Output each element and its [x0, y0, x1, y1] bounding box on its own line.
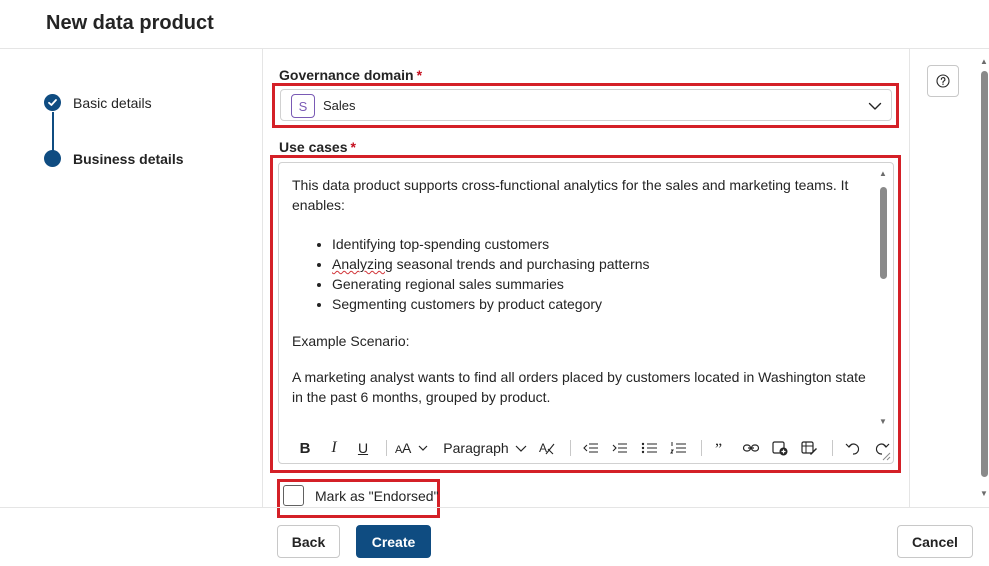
dialog-header: New data product — [0, 0, 989, 49]
scenario-paragraph: A marketing analyst wants to find all or… — [292, 369, 866, 405]
svg-text:A: A — [539, 441, 547, 455]
step-label: Basic details — [73, 94, 152, 111]
selected-domain-value: Sales — [323, 98, 356, 113]
italic-button[interactable]: I — [321, 436, 347, 460]
clear-format-button[interactable]: A — [534, 436, 560, 460]
clear-format-icon: A — [539, 441, 555, 455]
link-button[interactable] — [738, 436, 764, 460]
outdent-button[interactable] — [578, 436, 604, 460]
governance-domain-label: Governance domain * — [279, 67, 423, 83]
dialog-footer: Back Create Cancel — [0, 507, 989, 566]
spelling-flag[interactable]: Analyzing — [332, 256, 393, 272]
step-connector — [52, 112, 54, 152]
scrollbar-thumb[interactable] — [880, 187, 887, 279]
list-item: Generating regional sales summaries — [332, 274, 866, 294]
svg-text:A: A — [402, 440, 412, 456]
use-cases-label: Use cases * — [279, 139, 356, 155]
resize-handle-icon[interactable] — [882, 452, 891, 461]
quote-button[interactable]: ” — [709, 436, 735, 460]
use-case-list: Identifying top-spending customers Analy… — [332, 234, 866, 314]
bulleted-list-button[interactable] — [636, 436, 662, 460]
outdent-icon — [583, 443, 598, 453]
create-button[interactable]: Create — [356, 525, 431, 558]
toolbar-divider — [386, 440, 387, 456]
insert-image-button[interactable] — [767, 436, 793, 460]
numbered-list-button[interactable] — [665, 436, 691, 460]
bold-button[interactable]: B — [292, 436, 318, 460]
scrollbar-thumb[interactable] — [981, 71, 988, 477]
page-title: New data product — [46, 12, 214, 34]
toolbar-divider — [570, 440, 571, 456]
intro-paragraph: This data product supports cross-functio… — [292, 177, 849, 213]
paragraph-style-label: Paragraph — [443, 440, 509, 456]
svg-text:”: ” — [715, 441, 722, 457]
numbered-list-icon — [670, 442, 686, 454]
required-marker: * — [416, 67, 423, 83]
cancel-button[interactable]: Cancel — [897, 525, 973, 558]
font-size-button[interactable]: AA — [394, 436, 432, 460]
help-panel: ▲ ▼ — [909, 49, 989, 507]
back-button[interactable]: Back — [277, 525, 340, 558]
step-business-details[interactable]: Business details — [44, 150, 184, 167]
underline-button[interactable]: U — [350, 436, 376, 460]
font-size-icon: AA — [395, 440, 428, 456]
scenario-heading: Example Scenario: — [292, 333, 410, 349]
endorse-checkbox[interactable] — [283, 485, 304, 506]
scroll-down-icon[interactable]: ▼ — [980, 489, 988, 498]
quote-icon: ” — [715, 441, 722, 457]
question-icon — [936, 74, 950, 88]
link-icon — [742, 444, 760, 452]
endorse-checkbox-row[interactable]: Mark as "Endorsed" — [283, 485, 439, 506]
toolbar-divider — [832, 440, 833, 456]
current-step-dot — [44, 150, 61, 167]
paragraph-style-dropdown[interactable]: Paragraph — [441, 436, 531, 460]
editor-content[interactable]: This data product supports cross-functio… — [292, 175, 866, 407]
editor-toolbar: B I U AA Paragraph A ” — [292, 436, 898, 460]
undo-icon — [845, 443, 860, 455]
list-item: Segmenting customers by product category — [332, 294, 866, 314]
editor-scrollbar[interactable]: ▲ ▼ — [877, 169, 889, 427]
wizard-stepper: Basic details Business details — [0, 49, 263, 507]
chevron-down-icon — [515, 445, 527, 452]
endorse-label: Mark as "Endorsed" — [315, 487, 439, 504]
scroll-up-icon[interactable]: ▲ — [879, 169, 887, 178]
bulleted-list-icon — [641, 442, 657, 454]
use-cases-editor[interactable]: This data product supports cross-functio… — [278, 162, 894, 464]
scroll-up-icon[interactable]: ▲ — [980, 57, 988, 66]
scroll-down-icon[interactable]: ▼ — [879, 417, 887, 426]
checkmark-icon — [44, 94, 61, 111]
toolbar-divider — [701, 440, 702, 456]
domain-chip: S — [291, 94, 315, 118]
image-add-icon — [772, 441, 788, 456]
indent-button[interactable] — [607, 436, 633, 460]
undo-button[interactable] — [840, 436, 866, 460]
help-button[interactable] — [927, 65, 959, 97]
step-basic-details[interactable]: Basic details — [44, 94, 152, 111]
chevron-down-icon — [868, 102, 882, 110]
required-marker: * — [350, 139, 356, 155]
page-scrollbar[interactable]: ▲ ▼ — [978, 57, 989, 499]
insert-table-button[interactable] — [796, 436, 822, 460]
governance-domain-select[interactable]: S Sales — [280, 89, 892, 121]
list-item: Analyzing seasonal trends and purchasing… — [332, 254, 866, 274]
list-item: Identifying top-spending customers — [332, 234, 866, 254]
table-edit-icon — [801, 441, 817, 455]
indent-icon — [612, 443, 627, 453]
step-label: Business details — [73, 150, 184, 167]
